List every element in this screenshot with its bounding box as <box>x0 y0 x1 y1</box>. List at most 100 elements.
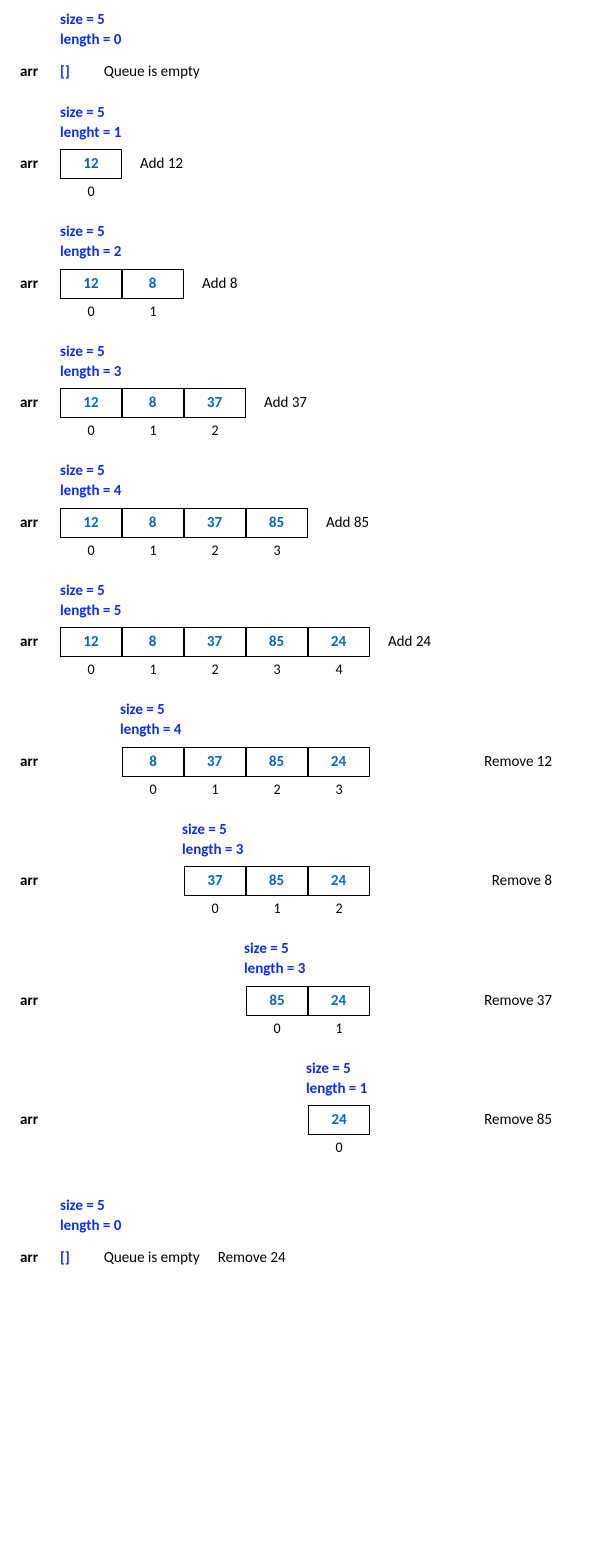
queue-step: size = 5lenght = 1arr120Add 12 <box>20 103 572 201</box>
index-label: 3 <box>273 542 280 559</box>
array-cell: 8 <box>122 627 184 657</box>
length-line: length = 0 <box>60 30 572 50</box>
index-label: 0 <box>87 661 94 678</box>
array-row: arr120Add 12 <box>20 149 572 200</box>
index-label: 3 <box>273 661 280 678</box>
queue-diagram: size = 5length = 0arr[]Queue is emptysiz… <box>20 10 572 1267</box>
length-line: length = 0 <box>60 1216 572 1236</box>
index-label: 3 <box>335 781 342 798</box>
queue-step: size = 5length = 1 arr 240 Remove 85 <box>20 1059 572 1157</box>
array-cell: 37 <box>184 747 246 777</box>
array-cell: 37 <box>184 866 246 896</box>
operation-caption: Add 12 <box>140 149 183 173</box>
meta-info: size = 5length = 4 <box>120 700 572 741</box>
operation-caption: Remove 85 <box>484 1105 552 1129</box>
meta-info: size = 5length = 4 <box>60 461 572 502</box>
arr-label: arr <box>20 747 60 771</box>
index-label: 1 <box>149 303 156 320</box>
empty-brackets: [] <box>60 1243 70 1267</box>
cell-column: 80 <box>122 747 184 798</box>
array-row: arr[]Queue is emptyRemove 24 <box>20 1243 572 1267</box>
arr-label: arr <box>20 1105 60 1129</box>
array-cell: 8 <box>122 747 184 777</box>
arr-label: arr <box>20 986 60 1010</box>
cell-column: 243 <box>308 747 370 798</box>
operation-caption: Queue is empty <box>104 57 200 81</box>
cell-column: 372 <box>184 388 246 439</box>
array-cell: 12 <box>60 269 122 299</box>
queue-step: size = 5length = 3arr12081372Add 37 <box>20 342 572 440</box>
length-line: length = 4 <box>120 720 572 740</box>
index-label: 1 <box>149 661 156 678</box>
array-row: arr850241Remove 37 <box>20 986 572 1037</box>
cell-column: 372 <box>184 508 246 559</box>
arr-label: arr <box>20 149 60 173</box>
cell-column: 120 <box>60 627 122 678</box>
arr-label: arr <box>20 508 60 532</box>
size-line: size = 5 <box>60 461 572 481</box>
index-label: 1 <box>211 781 218 798</box>
index-label: 1 <box>149 422 156 439</box>
size-line: size = 5 <box>60 1196 572 1216</box>
length-line: length = 5 <box>60 601 572 621</box>
meta-info: size = 5lenght = 1 <box>60 103 572 144</box>
cells-container: 240 <box>308 1105 370 1156</box>
length-line: length = 3 <box>244 959 572 979</box>
index-label: 2 <box>211 542 218 559</box>
operation-caption: Add 37 <box>264 388 307 412</box>
array-cell: 85 <box>246 627 308 657</box>
index-label: 4 <box>335 661 342 678</box>
cell-column: 853 <box>246 627 308 678</box>
arr-label: arr <box>20 57 60 81</box>
cell-column: 852 <box>246 747 308 798</box>
arr-label: arr <box>20 1243 60 1267</box>
cells-container: 12081372853244 <box>60 627 370 678</box>
array-cell: 37 <box>184 508 246 538</box>
size-line: size = 5 <box>120 700 572 720</box>
index-label: 0 <box>87 422 94 439</box>
array-row: arr12081372853244Add 24 <box>20 627 572 678</box>
array-row: arr12081Add 8 <box>20 269 572 320</box>
length-line: length = 1 <box>306 1079 572 1099</box>
index-label: 1 <box>335 1020 342 1037</box>
size-line: size = 5 <box>60 581 572 601</box>
cells-container: 12081 <box>60 269 184 320</box>
empty-brackets: [] <box>60 57 70 81</box>
cells-container: 12081372853 <box>60 508 308 559</box>
index-label: 0 <box>87 183 94 200</box>
meta-info: size = 5length = 3 <box>244 939 572 980</box>
meta-info: size = 5length = 1 <box>306 1059 572 1100</box>
cell-column: 371 <box>184 747 246 798</box>
operation-caption-2: Remove 24 <box>218 1243 286 1267</box>
meta-info: size = 5length = 2 <box>60 222 572 263</box>
operation-caption: Remove 12 <box>484 747 552 771</box>
array-cell: 24 <box>308 627 370 657</box>
cell-column: 370 <box>184 866 246 917</box>
index-label: 0 <box>273 1020 280 1037</box>
index-label: 2 <box>211 661 218 678</box>
array-row: arr80371852243Remove 12 <box>20 747 572 798</box>
array-cell: 85 <box>246 986 308 1016</box>
cells-container: 120 <box>60 149 122 200</box>
arr-label: arr <box>20 269 60 293</box>
cell-column: 244 <box>308 627 370 678</box>
size-line: size = 5 <box>60 10 572 30</box>
array-cell: 12 <box>60 388 122 418</box>
arr-label: arr <box>20 388 60 412</box>
array-cell: 24 <box>308 866 370 896</box>
cell-column: 241 <box>308 986 370 1037</box>
length-line: length = 3 <box>60 362 572 382</box>
cell-column: 850 <box>246 986 308 1037</box>
array-cell: 85 <box>246 747 308 777</box>
cell-column: 120 <box>60 388 122 439</box>
operation-caption: Remove 37 <box>484 986 552 1010</box>
array-cell: 8 <box>122 269 184 299</box>
array-cell: 12 <box>60 627 122 657</box>
cell-column: 81 <box>122 508 184 559</box>
queue-step: size = 5length = 0arr[] Queue is empty <box>20 10 572 81</box>
meta-info: size = 5length = 3 <box>182 820 572 861</box>
index-label: 2 <box>273 781 280 798</box>
array-cell: 12 <box>60 508 122 538</box>
size-line: size = 5 <box>244 939 572 959</box>
array-cell: 12 <box>60 149 122 179</box>
